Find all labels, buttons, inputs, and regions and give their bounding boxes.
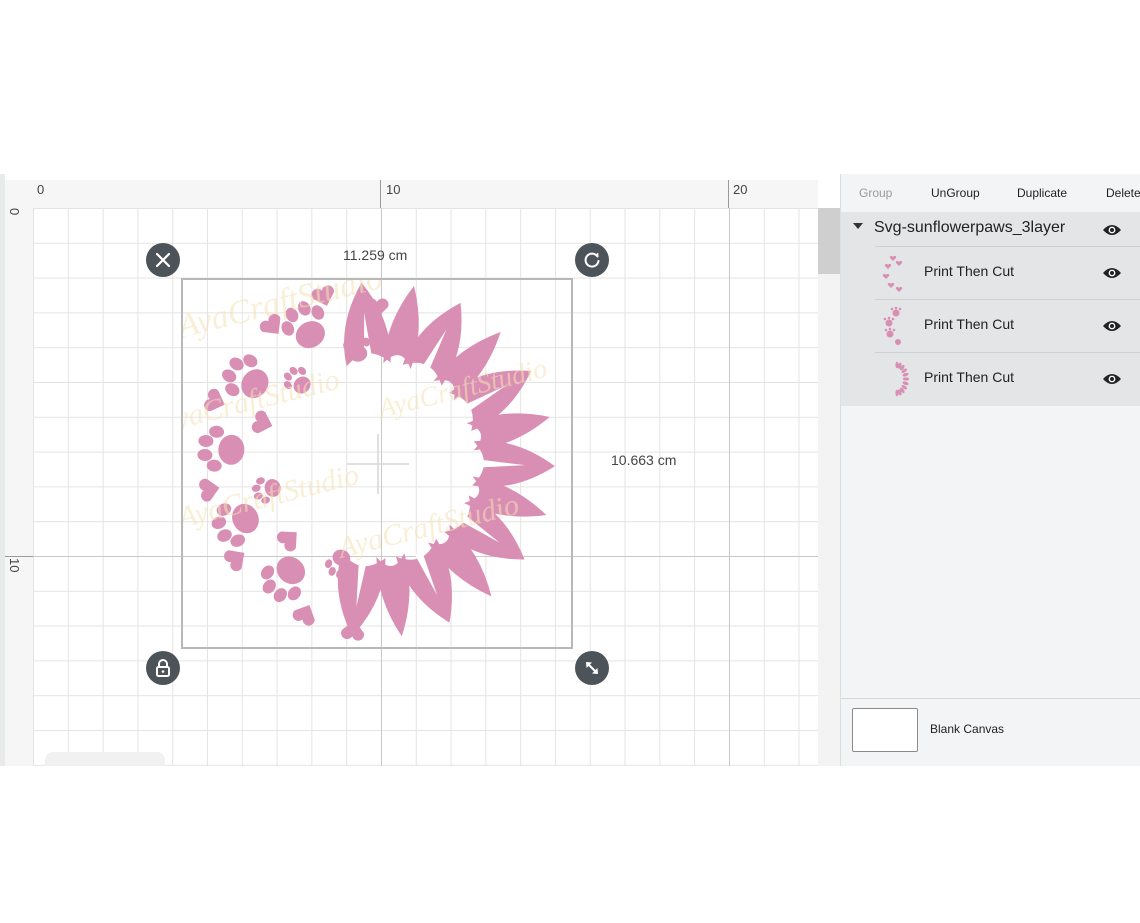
ruler-left-label-10: 10: [7, 558, 22, 573]
ruler-top-major-tick: [380, 180, 381, 208]
resize-selection-button[interactable]: [575, 651, 609, 685]
layer-label: Print Then Cut: [924, 263, 1015, 279]
layer-label: Print Then Cut: [924, 369, 1015, 385]
group-button[interactable]: Group: [859, 186, 892, 200]
duplicate-button[interactable]: Duplicate: [1017, 186, 1067, 200]
layer-thumbnail-paws: [883, 306, 902, 345]
ruler-left-label-0: 0: [7, 208, 22, 216]
selection-height-label: 10.663 cm: [611, 452, 677, 468]
ruler-top-label-10: 10: [386, 182, 401, 197]
rotate-selection-button[interactable]: [575, 243, 609, 277]
layer-row[interactable]: Print Then Cut: [875, 352, 1140, 405]
close-icon: [155, 252, 171, 268]
layer-row[interactable]: Print Then Cut: [875, 299, 1140, 352]
blank-canvas-row[interactable]: Blank Canvas: [841, 698, 1140, 766]
grid-major-line: [729, 208, 730, 766]
layers-list: Svg-sunflowerpaws_3layer Print Then Cut …: [841, 212, 1140, 406]
blank-canvas-label: Blank Canvas: [930, 722, 1005, 736]
layer-group-row[interactable]: Svg-sunflowerpaws_3layer: [841, 212, 1140, 246]
ruler-corner: [5, 180, 33, 208]
ruler-left: 0 10: [5, 208, 34, 766]
canvas-vertical-scrollbar[interactable]: [818, 208, 840, 766]
lock-proportions-button[interactable]: [146, 651, 180, 685]
ungroup-button[interactable]: UnGroup: [931, 186, 980, 200]
eye-icon[interactable]: [1102, 266, 1122, 280]
resize-icon: [586, 662, 598, 674]
lock-icon: [156, 659, 170, 677]
selection-width-label: 11.259 cm: [343, 247, 408, 263]
ruler-top-label-0: 0: [37, 182, 45, 197]
layer-thumbnail-hearts: [882, 255, 903, 292]
thumb-petal: [902, 377, 910, 381]
ruler-top-major-tick: [728, 180, 729, 208]
selection-bounding-box[interactable]: [181, 278, 573, 649]
rotate-icon: [584, 252, 600, 268]
ruler-top: 0 10 20: [33, 180, 818, 209]
design-space-app: 0 10 20 0 10 AyaCraftStudio AyaCraftStud…: [0, 174, 1140, 766]
canvas-zoom-toolbar[interactable]: [45, 752, 165, 766]
eye-icon[interactable]: [1102, 319, 1122, 333]
delete-button[interactable]: Delete: [1106, 186, 1140, 200]
scrollbar-thumb[interactable]: [818, 208, 840, 274]
eye-icon[interactable]: [1102, 223, 1122, 237]
delete-selection-button[interactable]: [146, 243, 180, 277]
layer-label: Print Then Cut: [924, 316, 1015, 332]
layer-row[interactable]: Print Then Cut: [875, 246, 1140, 299]
layer-group-name: Svg-sunflowerpaws_3layer: [874, 219, 1066, 236]
ruler-left-major-tick: [5, 556, 33, 557]
blank-canvas-thumbnail[interactable]: [852, 708, 918, 752]
layers-panel: Group UnGroup Duplicate Delete Svg-sunfl…: [840, 174, 1140, 766]
eye-icon[interactable]: [1102, 372, 1122, 386]
caret-down-icon[interactable]: [853, 223, 863, 229]
layers-toolbar: Group UnGroup Duplicate Delete: [841, 174, 1140, 213]
layer-thumbnail-petals: [895, 361, 910, 397]
thumb-petal: [895, 389, 899, 397]
canvas-area[interactable]: 0 10 20 0 10 AyaCraftStudio AyaCraftStud…: [0, 174, 840, 766]
ruler-top-label-20: 20: [733, 182, 748, 197]
